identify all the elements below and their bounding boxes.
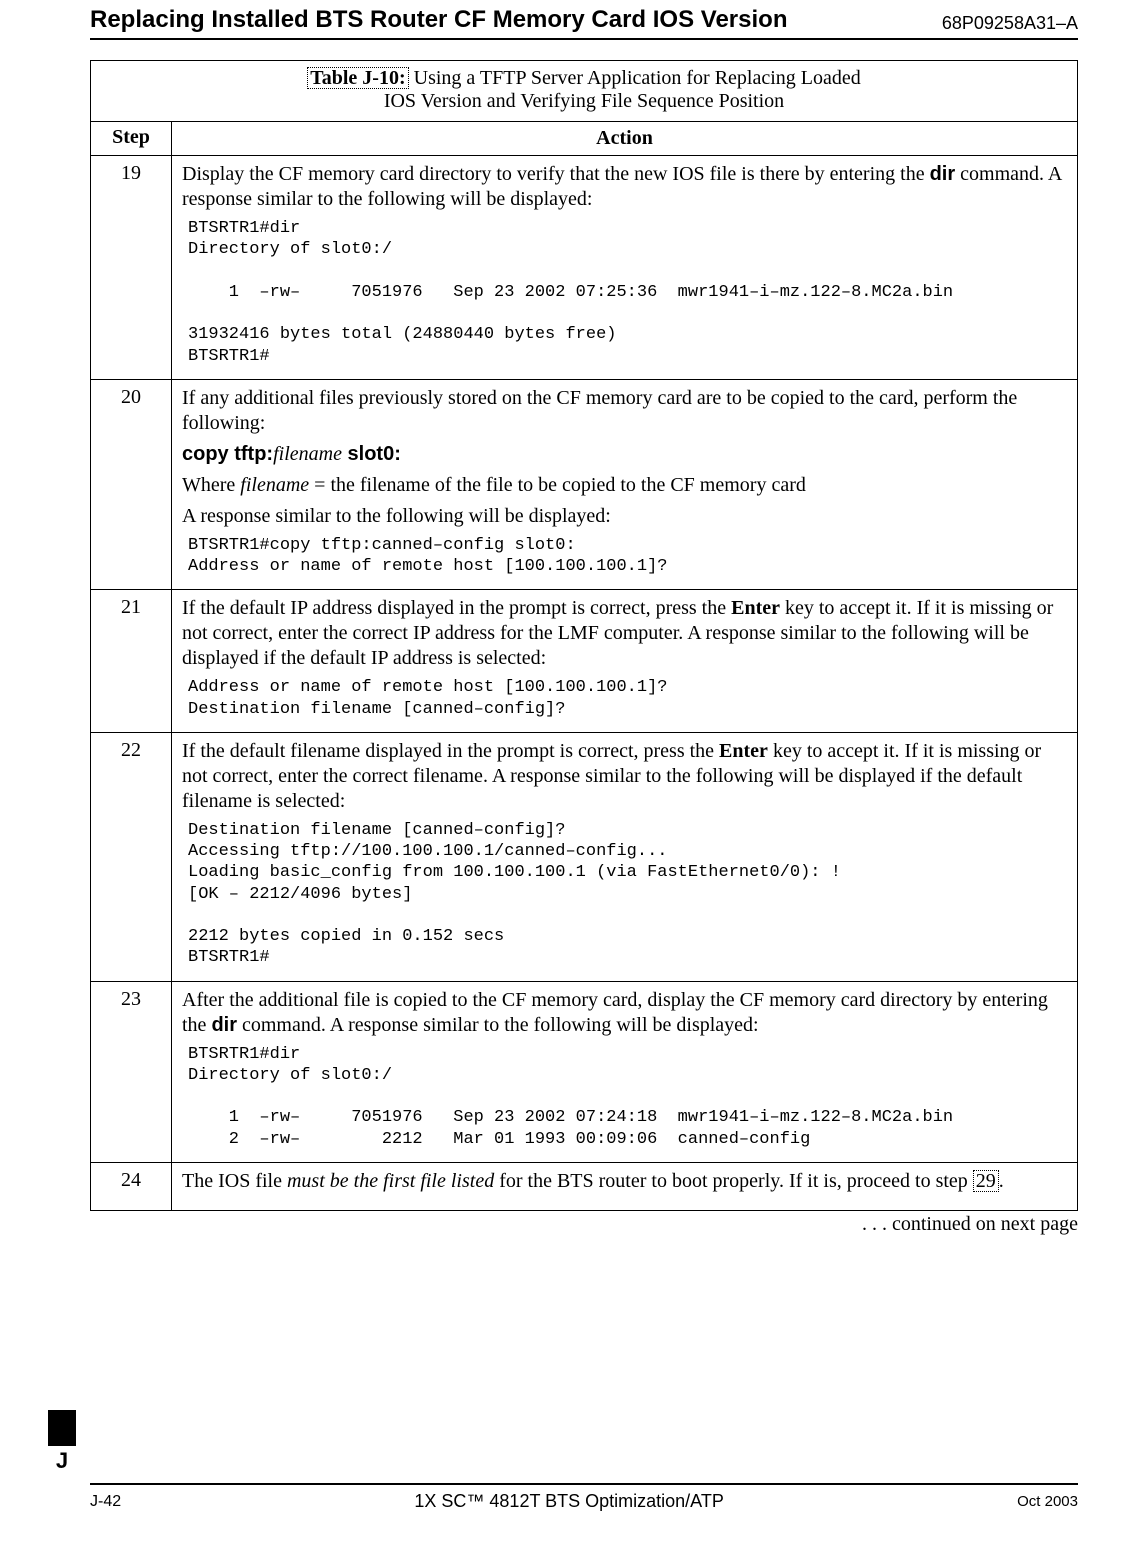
step-number: 22 — [91, 732, 172, 981]
table-row: 21 If the default IP address displayed i… — [91, 590, 1078, 733]
step-number: 20 — [91, 379, 172, 590]
table-title-line1: Using a TFTP Server Application for Repl… — [409, 67, 861, 89]
cmd-dir: dir — [211, 1014, 237, 1036]
text: = the filename of the file to be copied … — [309, 474, 806, 496]
step-number: 24 — [91, 1162, 172, 1210]
side-tab-marker — [48, 1410, 76, 1446]
step-action: If the default IP address displayed in t… — [172, 590, 1078, 733]
col-header-action: Action — [172, 122, 1078, 156]
table-ref-box: Table J-10: — [307, 67, 408, 89]
cmd-copy: copy tftp: — [182, 443, 273, 465]
step-action: The IOS file must be the first file list… — [172, 1162, 1078, 1210]
table-title-line2: IOS Version and Verifying File Sequence … — [384, 90, 784, 112]
key-enter: Enter — [731, 597, 780, 619]
table-row: 24 The IOS file must be the first file l… — [91, 1162, 1078, 1210]
header-divider — [90, 38, 1078, 40]
code-block: Destination filename [canned–config]? Ac… — [188, 820, 1067, 969]
doc-code: 68P09258A31–A — [942, 13, 1078, 34]
step-action: If the default filename displayed in the… — [172, 732, 1078, 981]
table-title: Table J-10: Using a TFTP Server Applicat… — [91, 61, 1078, 122]
text: Display the CF memory card directory to … — [182, 163, 930, 185]
procedure-table: Table J-10: Using a TFTP Server Applicat… — [90, 60, 1078, 1211]
text: . — [999, 1170, 1004, 1192]
filename-var: filename — [240, 474, 309, 496]
code-block: BTSRTR1#dir Directory of slot0:/ 1 –rw– … — [188, 1044, 1067, 1150]
footer-date: Oct 2003 — [1017, 1493, 1078, 1510]
page-title: Replacing Installed BTS Router CF Memory… — [90, 6, 787, 34]
text: The IOS file — [182, 1170, 287, 1192]
cmd-dir: dir — [930, 163, 956, 185]
cmd-slot: slot0: — [342, 443, 401, 465]
table-row: 19 Display the CF memory card directory … — [91, 156, 1078, 380]
text: Where — [182, 474, 240, 496]
continued-note: . . . continued on next page — [90, 1213, 1078, 1236]
side-tab-letter: J — [48, 1448, 76, 1474]
step-action: If any additional files previously store… — [172, 379, 1078, 590]
text: If the default IP address displayed in t… — [182, 597, 731, 619]
table-number: Table J-10: — [310, 67, 405, 89]
step-action: Display the CF memory card directory to … — [172, 156, 1078, 380]
emphasis: must be the first file listed — [287, 1170, 494, 1192]
step-number: 19 — [91, 156, 172, 380]
cmd-filename: filename — [273, 443, 342, 465]
text: for the BTS router to boot properly. If … — [494, 1170, 973, 1192]
step-number: 23 — [91, 981, 172, 1162]
key-enter: Enter — [719, 740, 768, 762]
table-row: 20 If any additional files previously st… — [91, 379, 1078, 590]
footer-divider — [90, 1483, 1078, 1485]
code-block: Address or name of remote host [100.100.… — [188, 677, 1067, 720]
text: If the default filename displayed in the… — [182, 740, 719, 762]
step-number: 21 — [91, 590, 172, 733]
table-row: 22 If the default filename displayed in … — [91, 732, 1078, 981]
step-ref-link[interactable]: 29 — [973, 1170, 999, 1192]
text: If any additional files previously store… — [182, 386, 1067, 436]
col-header-step: Step — [91, 122, 172, 156]
text: A response similar to the following will… — [182, 504, 1067, 529]
text: command. A response similar to the follo… — [237, 1014, 759, 1036]
code-block: BTSRTR1#copy tftp:canned–config slot0: A… — [188, 535, 1067, 578]
code-block: BTSRTR1#dir Directory of slot0:/ 1 –rw– … — [188, 218, 1067, 367]
step-action: After the additional file is copied to t… — [172, 981, 1078, 1162]
appendix-side-tab: J — [48, 1410, 76, 1472]
footer-title: 1X SC™ 4812T BTS Optimization/ATP — [414, 1491, 723, 1512]
page-number: J-42 — [90, 1493, 121, 1511]
table-row: 23 After the additional file is copied t… — [91, 981, 1078, 1162]
